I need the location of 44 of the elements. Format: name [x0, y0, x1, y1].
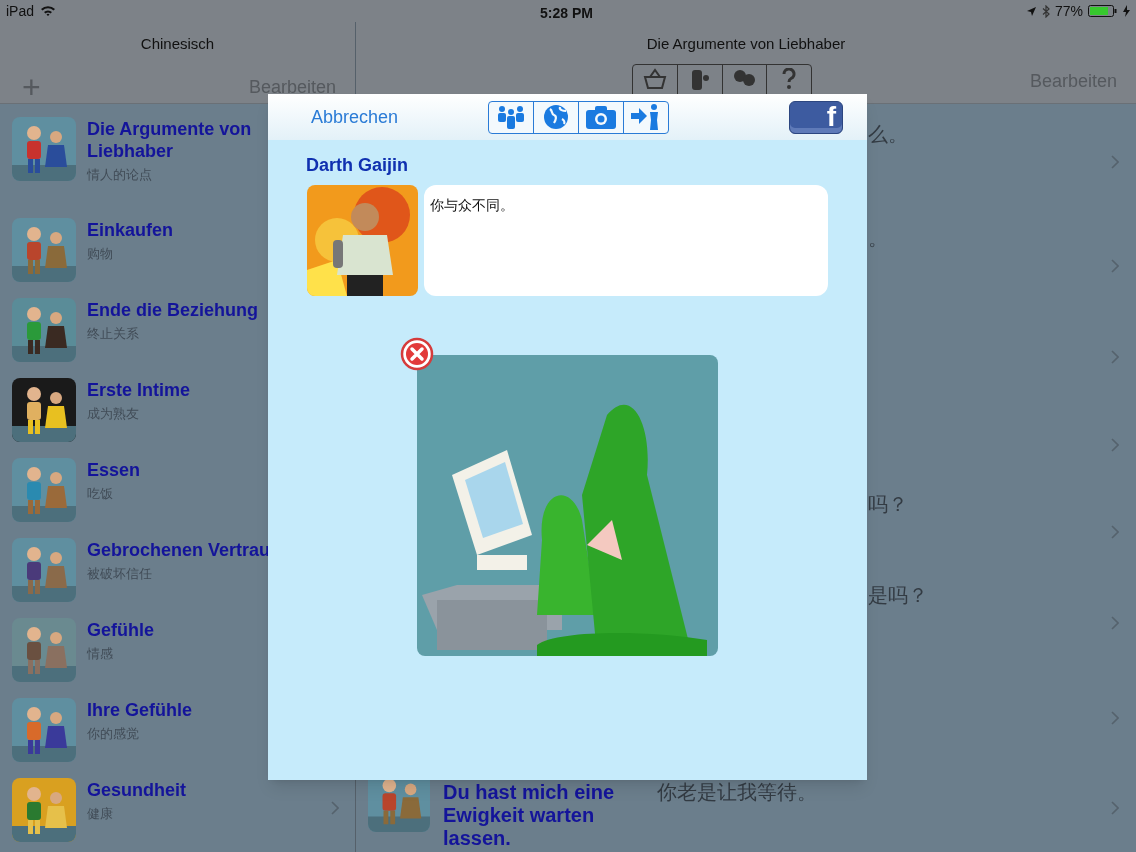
- chevron-icon: [1111, 525, 1119, 539]
- item-translation: 吗？: [868, 492, 908, 517]
- item-title: Die Argumente von Liebhaber: [87, 118, 253, 162]
- clock-time: 5:28 PM: [540, 4, 593, 23]
- chevron-icon: [1111, 801, 1119, 815]
- item-title: Erste Intime: [87, 379, 191, 401]
- add-button[interactable]: +: [22, 70, 41, 103]
- close-icon[interactable]: [400, 337, 434, 371]
- bluetooth-icon: [1041, 4, 1050, 18]
- battery-icon: [1088, 5, 1118, 17]
- author-name: Darth Gaijin: [306, 154, 408, 177]
- item-title: Essen: [87, 459, 141, 481]
- chevron-icon: [1111, 155, 1119, 169]
- item-title: Einkaufen: [87, 219, 174, 241]
- wifi-icon: [40, 5, 57, 17]
- question-icon: [782, 68, 797, 90]
- location-arrow-icon: [1025, 5, 1037, 17]
- sidebar-title: Chinesisch: [140, 34, 215, 54]
- item-title: Gesundheit: [87, 779, 186, 801]
- charging-bolt-icon: [1123, 5, 1130, 17]
- chevron-icon: [1111, 616, 1119, 630]
- detail-title: Die Argumente von Liebhaber: [646, 34, 846, 54]
- chevron-icon: [331, 801, 339, 815]
- chevron-icon: [1111, 259, 1119, 273]
- battery-percentage: 77%: [1054, 1, 1083, 21]
- facebook-button[interactable]: f: [789, 100, 843, 134]
- item-title: Du hast mich eine Ewigkeit warten lassen.: [443, 781, 616, 850]
- globe-icon: [542, 103, 571, 131]
- item-title: Ende die Beziehung: [87, 299, 259, 321]
- carrier-label: iPad: [6, 1, 35, 21]
- item-translation: 么。: [868, 122, 908, 147]
- cancel-button[interactable]: Abbrechen: [311, 103, 399, 131]
- chevron-icon: [1111, 349, 1119, 364]
- item-translation: 是吗？: [868, 583, 928, 608]
- item-title: Ihre Gefühle: [87, 699, 193, 721]
- camera-icon: [584, 104, 619, 130]
- chevron-icon: [1111, 437, 1119, 452]
- item-title: Gebrochenen Vertrau: [87, 539, 271, 561]
- message-box: 你与众不同。: [424, 185, 828, 296]
- item-title: Gefühle: [87, 619, 154, 641]
- item-translation: 。: [868, 226, 888, 251]
- item-translation: 你老是让我等待。: [657, 781, 817, 804]
- basket-icon: [641, 68, 668, 90]
- chevron-icon: [1111, 710, 1119, 725]
